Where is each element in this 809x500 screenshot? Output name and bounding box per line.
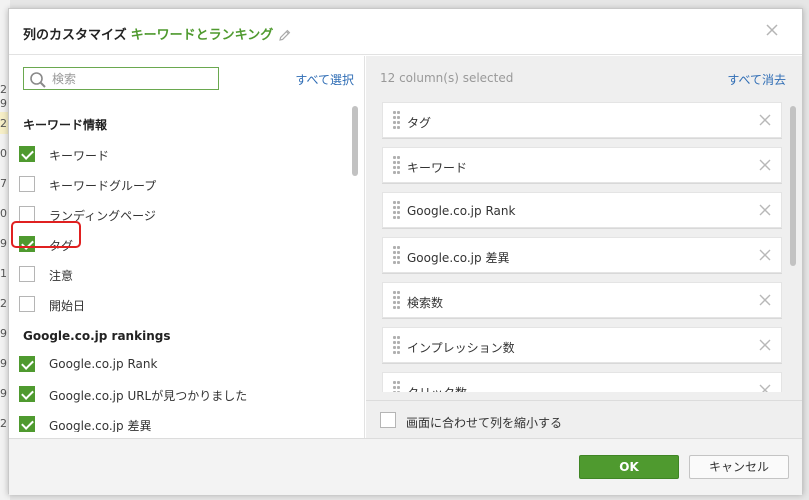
drag-handle-icon[interactable] [393,291,401,311]
section-heading-google-rankings: Google.co.jp rankings [23,329,171,343]
background-row-number: 7 [0,177,7,190]
dialog-header: 列のカスタマイズ キーワードとランキング [9,9,802,55]
search-input[interactable] [52,70,212,87]
background-row-number: 9 [0,97,7,110]
ok-button[interactable]: OK [579,455,679,479]
shrink-to-fit-option[interactable]: 画面に合わせて列を縮小する [366,400,802,438]
scrollbar-thumb[interactable] [790,106,796,266]
checkbox-item-keyword[interactable]: キーワード [19,143,329,165]
background-row-number: 9 [0,327,7,340]
selected-column-label: Google.co.jp Rank [407,204,516,218]
checkbox-label: Google.co.jp 差異 [49,419,152,432]
background-row-number: 0 [0,147,7,160]
column-checklist[interactable]: キーワード情報 キーワード キーワードグループ ランディングページ タグ 注意 [9,102,349,432]
selected-column-item[interactable]: タグ [382,102,782,138]
available-columns-panel: すべて選択 キーワード情報 キーワード キーワードグループ ランディングページ … [9,56,365,438]
checkbox-item-keyword-group[interactable]: キーワードグループ [19,173,329,195]
drag-handle-icon[interactable] [393,246,401,266]
selected-column-label: Google.co.jp 差異 [407,251,510,265]
checkbox[interactable] [19,266,35,282]
background-row-number: 9 [0,387,7,400]
pencil-icon[interactable] [279,29,291,45]
scrollbar-thumb[interactable] [352,106,358,176]
shrink-to-fit-checkbox[interactable] [380,412,396,428]
clear-all-link[interactable]: すべて消去 [727,71,786,88]
highlight-annotation [11,221,81,248]
background-row-number: 2 [0,83,7,96]
dialog-title-text: 列のカスタマイズ [23,28,127,43]
background-row-number: 2 [0,417,7,430]
checkbox-label: キーワードグループ [49,179,157,193]
selected-column-item[interactable]: 検索数 [382,282,782,318]
selected-column-item[interactable]: クリック数 [382,372,782,392]
checkbox-item-start-date[interactable]: 開始日 [19,293,329,315]
selected-column-item[interactable]: Google.co.jp 差異 [382,237,782,273]
drag-handle-icon[interactable] [393,111,401,131]
checkbox[interactable] [19,296,35,312]
selected-column-label: 検索数 [407,296,444,310]
checkbox[interactable] [19,206,35,222]
selected-count: 12 column(s) selected [380,71,514,85]
checkbox[interactable] [19,356,35,372]
selected-column-label: インプレッション数 [407,341,515,355]
checkbox-label: キーワード [49,149,110,163]
right-scrollbar[interactable] [790,106,798,396]
search-icon [29,71,47,92]
checkbox-label: Google.co.jp URLが見つかりました [49,389,248,403]
select-all-link[interactable]: すべて選択 [295,71,354,88]
dialog-footer: OK キャンセル [9,438,802,495]
checkbox-item-google-difference[interactable]: Google.co.jp 差異 [19,413,329,432]
checkbox-item-note[interactable]: 注意 [19,263,329,285]
background-row-number: 2 [0,297,7,310]
remove-icon[interactable] [759,159,771,171]
selected-columns-list[interactable]: タグ キーワード Google.co.jp Rank Google.co.jp … [382,102,786,392]
remove-icon[interactable] [759,249,771,261]
checkbox-label: 注意 [49,269,74,283]
drag-handle-icon[interactable] [393,201,401,221]
selected-column-item[interactable]: Google.co.jp Rank [382,192,782,228]
left-scrollbar[interactable] [352,106,360,432]
customize-columns-dialog: 列のカスタマイズキーワードとランキング すべて選択 キーワード情報 キーワード [8,8,803,495]
close-icon[interactable] [764,22,780,38]
cancel-button[interactable]: キャンセル [689,455,789,479]
shrink-to-fit-label: 画面に合わせて列を縮小する [406,416,563,430]
remove-icon[interactable] [759,339,771,351]
background-row-number: 9 [0,237,7,250]
selected-column-item[interactable]: キーワード [382,147,782,183]
checkbox-item-google-url-found[interactable]: Google.co.jp URLが見つかりました [19,383,329,405]
remove-icon[interactable] [759,204,771,216]
remove-icon[interactable] [759,294,771,306]
background-row-number: 9 [0,357,7,370]
selected-columns-panel: 12 column(s) selected すべて消去 タグ キーワード Goo… [366,56,802,438]
drag-handle-icon[interactable] [393,336,401,356]
drag-handle-icon[interactable] [393,381,401,392]
selected-column-label: キーワード [407,161,468,175]
dialog-title: 列のカスタマイズ キーワードとランキング [23,24,291,45]
checkbox-label: 開始日 [49,299,86,313]
background-row-number: 1 [0,267,7,280]
checkbox[interactable] [19,146,35,162]
selected-column-item[interactable]: インプレッション数 [382,327,782,363]
remove-icon[interactable] [759,114,771,126]
background-row-number: 0 [0,207,7,220]
search-field [23,67,219,90]
checkbox[interactable] [19,416,35,432]
remove-icon[interactable] [759,384,771,392]
checkbox-item-google-rank[interactable]: Google.co.jp Rank [19,353,329,375]
section-heading-keyword-info: キーワード情報 [23,118,108,132]
drag-handle-icon[interactable] [393,156,401,176]
selected-column-label: タグ [407,116,432,130]
checkbox-label: Google.co.jp Rank [49,357,158,371]
dialog-title-accent[interactable]: キーワードとランキング [131,28,274,43]
selected-column-label: クリック数 [407,384,467,392]
checkbox[interactable] [19,386,35,402]
background-row-number: 2 [0,117,7,130]
checkbox[interactable] [19,176,35,192]
